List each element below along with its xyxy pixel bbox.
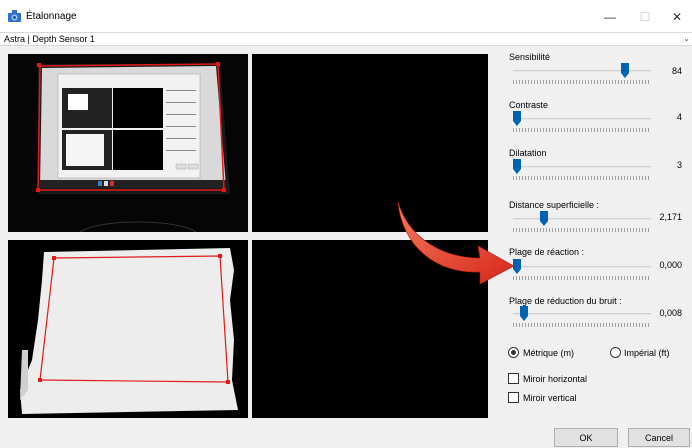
contraste-track[interactable] — [513, 118, 651, 120]
close-button[interactable]: ✕ — [662, 6, 692, 28]
camera-image — [8, 54, 248, 232]
reduction-bruit-slider[interactable] — [519, 306, 528, 321]
depth-view[interactable] — [8, 240, 248, 418]
dilatation-label: Dilatation — [509, 148, 547, 158]
plage-reaction-ticks — [513, 276, 651, 280]
dilatation-value: 3 — [676, 160, 682, 170]
metric-radio[interactable] — [508, 347, 519, 358]
dilatation-ticks — [513, 176, 651, 180]
reduction-bruit-ticks — [513, 323, 651, 327]
mirror-vertical-checkbox[interactable] — [508, 392, 519, 403]
plage-reaction-slider[interactable] — [513, 259, 521, 274]
mirror-horizontal-label[interactable]: Miroir horizontal — [523, 374, 587, 384]
reduction-bruit-label: Plage de réduction du bruit : — [509, 296, 622, 306]
distance-slider[interactable] — [540, 211, 549, 226]
maximize-button[interactable]: ☐ — [630, 6, 660, 28]
cancel-button[interactable]: Cancel — [628, 428, 690, 447]
contraste-value: 4 — [676, 112, 682, 122]
window-title: Étalonnage — [26, 11, 77, 22]
plage-reaction-track[interactable] — [513, 266, 651, 268]
distance-ticks — [513, 228, 651, 232]
dilatation-track[interactable] — [513, 166, 651, 168]
sensibilite-ticks — [513, 80, 651, 84]
distance-value: 2,171 — [659, 212, 682, 222]
contraste-label: Contraste — [509, 100, 549, 110]
calibration-window: Étalonnage — ☐ ✕ Astra | Depth Sensor 1 … — [0, 0, 692, 448]
metric-label[interactable]: Métrique (m) — [523, 348, 574, 358]
title-bar[interactable]: Étalonnage — ☐ ✕ — [0, 0, 692, 32]
imperial-radio[interactable] — [610, 347, 621, 358]
red-arrow-icon — [397, 201, 515, 285]
device-select[interactable]: Astra | Depth Sensor 1 ⌄ — [0, 32, 692, 46]
ok-button[interactable]: OK — [554, 428, 618, 447]
calibration-app-icon — [8, 10, 21, 22]
reduction-bruit-track[interactable] — [513, 313, 651, 315]
reduction-bruit-value: 0,008 — [659, 308, 682, 318]
plage-reaction-label: Plage de réaction : — [509, 247, 585, 257]
distance-track[interactable] — [513, 218, 651, 220]
dilatation-slider[interactable] — [513, 159, 521, 174]
mirror-vertical-label[interactable]: Miroir vertical — [523, 393, 577, 403]
sensibilite-value: 84 — [671, 66, 682, 76]
device-select-value: Astra | Depth Sensor 1 — [4, 34, 95, 44]
distance-label: Distance superficielle : — [509, 200, 600, 210]
chevron-down-icon: ⌄ — [683, 34, 690, 43]
contraste-ticks — [513, 128, 651, 132]
camera-view[interactable] — [8, 54, 248, 232]
depth-image — [8, 240, 248, 418]
plage-reaction-value: 0,000 — [659, 260, 682, 270]
sensibilite-track[interactable] — [513, 70, 651, 72]
settings-panel: Sensibilité 84 Contraste 4 Dilatation 3 … — [503, 46, 692, 448]
contraste-slider[interactable] — [513, 111, 521, 126]
minimize-button[interactable]: — — [595, 6, 625, 28]
sensibilite-label: Sensibilité — [509, 52, 551, 62]
sensibilite-slider[interactable] — [620, 63, 629, 78]
mirror-horizontal-checkbox[interactable] — [508, 373, 519, 384]
imperial-label[interactable]: Impérial (ft) — [624, 348, 670, 358]
